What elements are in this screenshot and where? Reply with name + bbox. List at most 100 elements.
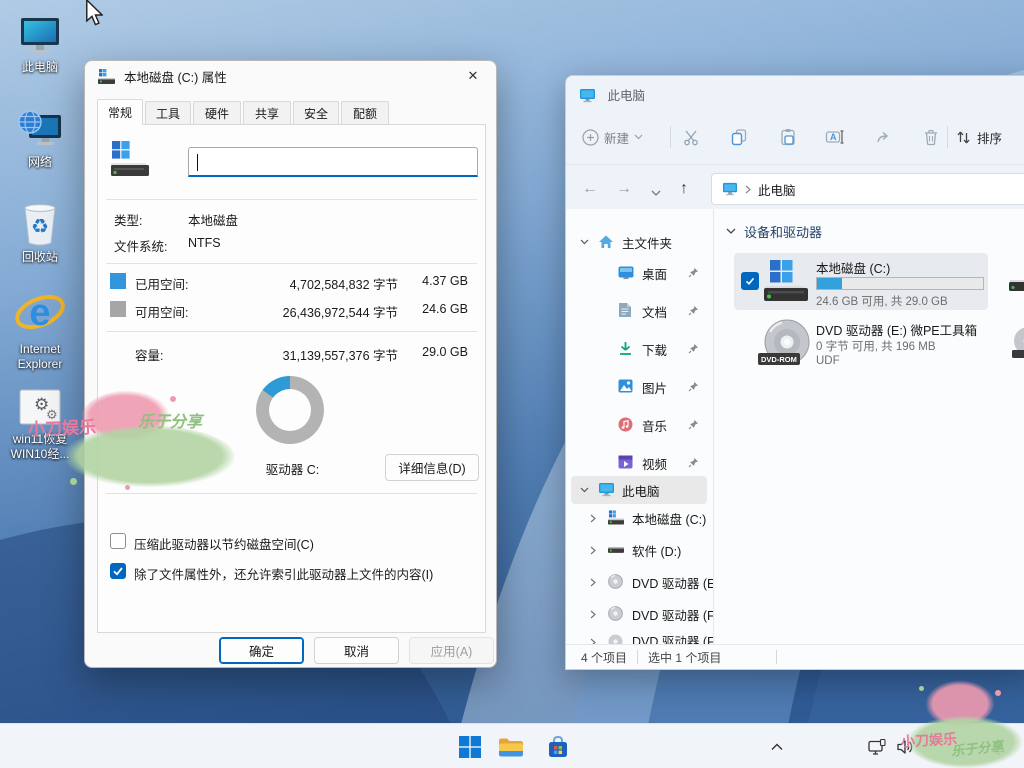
index-checkbox[interactable] xyxy=(110,563,126,579)
separator xyxy=(106,199,477,200)
download-icon xyxy=(618,341,633,356)
clipped-drive-icon[interactable] xyxy=(1009,266,1024,296)
dialog-titlebar[interactable]: 本地磁盘 (C:) 属性 ✕ xyxy=(85,61,496,91)
sidebar-item-label: 下载 xyxy=(642,340,667,359)
sidebar-item-drive-c[interactable]: 本地磁盘 (C:) xyxy=(566,504,713,532)
used-space-size: 4.37 GB xyxy=(404,274,468,288)
new-button[interactable]: 新建 xyxy=(582,122,643,152)
network-icon xyxy=(868,739,886,755)
bell-icon: z xyxy=(990,739,1007,756)
rename-button[interactable]: A xyxy=(820,122,850,152)
tab-general[interactable]: 常规 xyxy=(97,99,143,125)
sidebar-item-this-pc[interactable]: 此电脑 xyxy=(566,476,713,504)
tab-hardware[interactable]: 硬件 xyxy=(193,101,241,124)
used-space-swatch xyxy=(110,273,126,289)
disc-icon xyxy=(608,574,623,589)
filesystem-label: 文件系统: xyxy=(114,236,167,255)
used-space-bytes: 4,702,584,832 字节 xyxy=(238,274,398,293)
tile-checkbox[interactable] xyxy=(741,272,759,290)
sidebar-item-home[interactable]: 主文件夹 xyxy=(566,228,713,256)
volume-label-input[interactable] xyxy=(188,147,478,177)
close-icon[interactable]: ✕ xyxy=(452,61,494,91)
pin-icon xyxy=(688,267,699,278)
pin-icon xyxy=(688,457,699,468)
desktop-icon-label: 网络 xyxy=(2,155,78,170)
tab-tools[interactable]: 工具 xyxy=(145,101,191,124)
ok-button[interactable]: 确定 xyxy=(219,637,304,664)
sidebar-item-label: 本地磁盘 (C:) xyxy=(632,509,706,528)
nav-up-button[interactable]: ↑ xyxy=(670,175,698,203)
delete-button[interactable] xyxy=(916,122,946,152)
nav-recent-button[interactable] xyxy=(642,179,670,207)
chevron-down-icon xyxy=(634,134,643,140)
properties-dialog: 本地磁盘 (C:) 属性 ✕ 常规 工具 硬件 共享 安全 配额 类型: 本地磁… xyxy=(84,60,497,668)
sort-button[interactable]: 排序 xyxy=(956,122,1002,152)
chevron-right-icon xyxy=(590,546,596,555)
this-pc-icon xyxy=(722,182,738,196)
separator xyxy=(106,263,477,264)
chevron-right-icon xyxy=(590,514,596,523)
tab-sharing[interactable]: 共享 xyxy=(243,101,291,124)
sidebar-item-pictures[interactable]: 图片 xyxy=(566,373,713,401)
paste-button[interactable] xyxy=(773,122,803,152)
capacity-label: 容量: xyxy=(135,345,163,364)
tile-name: DVD 驱动器 (E:) 微PE工具箱 xyxy=(816,320,977,339)
index-checkbox-label: 除了文件属性外，还允许索引此驱动器上文件的内容(I) xyxy=(134,564,433,583)
type-label: 类型: xyxy=(114,210,142,229)
copy-button[interactable] xyxy=(724,122,754,152)
desktop-folder-icon xyxy=(618,266,634,280)
plus-circle-icon xyxy=(582,129,599,146)
apply-button[interactable]: 应用(A) xyxy=(409,637,494,664)
network-icon xyxy=(2,107,78,151)
sidebar-item-desktop[interactable]: 桌面 xyxy=(566,259,713,287)
notification-bell[interactable]: z xyxy=(983,732,1013,762)
explorer-title: 此电脑 xyxy=(607,89,645,103)
desktop-icon-this-pc[interactable]: 此电脑 xyxy=(2,12,78,75)
free-space-size: 24.6 GB xyxy=(404,302,468,316)
clipped-disc-icon[interactable] xyxy=(1011,326,1024,360)
selected-count: 选中 1 个项目 xyxy=(648,649,721,666)
desktop-icon-recycle-bin[interactable]: ♻ 回收站 xyxy=(2,202,78,265)
nav-back-button[interactable]: ← xyxy=(576,175,604,203)
desktop-icon-win11-restore[interactable]: ⚙⚙ win11恢复 WIN10经... xyxy=(2,384,78,462)
sidebar-item-downloads[interactable]: 下载 xyxy=(566,335,713,363)
compress-checkbox[interactable] xyxy=(110,533,126,549)
nav-forward-button[interactable]: → xyxy=(610,175,638,203)
new-button-label: 新建 xyxy=(604,128,629,147)
address-bar[interactable]: 此电脑 xyxy=(711,173,1024,205)
desktop-icon-label2: WIN10经... xyxy=(11,447,70,461)
desktop-icon-network[interactable]: 网络 xyxy=(2,107,78,170)
sidebar-item-videos[interactable]: 视频 xyxy=(566,449,713,477)
capacity-bar-fill xyxy=(817,278,842,289)
tab-quota[interactable]: 配额 xyxy=(341,101,389,124)
toolbar-separator xyxy=(566,164,1024,165)
taskbar-chevron-up[interactable] xyxy=(762,732,792,762)
share-button[interactable] xyxy=(869,122,899,152)
svg-text:♻: ♻ xyxy=(31,216,49,238)
store-taskbar-button[interactable] xyxy=(543,732,573,762)
statusbar: 4 个项目 选中 1 个项目 xyxy=(566,644,1024,669)
explorer-taskbar-button[interactable] xyxy=(496,732,526,762)
cancel-button[interactable]: 取消 xyxy=(314,637,399,664)
start-button[interactable] xyxy=(455,732,485,762)
tile-dvd-e[interactable]: DVD-ROM DVD 驱动器 (E:) 微PE工具箱 0 字节 可用, 共 1… xyxy=(734,315,988,372)
section-devices-drives[interactable]: 设备和驱动器 xyxy=(726,222,822,241)
explorer-titlebar[interactable]: 此电脑 xyxy=(579,85,645,105)
check-icon xyxy=(111,564,125,578)
volume-tray-icon[interactable] xyxy=(890,732,920,762)
details-button[interactable]: 详细信息(D) xyxy=(385,454,479,481)
dvd-rom-badge: DVD-ROM xyxy=(758,353,800,365)
sidebar-item-drive-d[interactable]: 软件 (D:) xyxy=(566,536,713,564)
mouse-cursor xyxy=(85,0,103,26)
cut-button[interactable] xyxy=(676,122,706,152)
desktop-icon-internet-explorer[interactable]: e Internet Explorer xyxy=(2,286,78,372)
sidebar-item-documents[interactable]: 文档 xyxy=(566,297,713,325)
tile-info: 0 字节 可用, 共 196 MB xyxy=(816,338,936,354)
network-tray-icon[interactable] xyxy=(862,732,892,762)
tab-security[interactable]: 安全 xyxy=(293,101,339,124)
sidebar-item-dvd-f[interactable]: DVD 驱动器 (F:) xyxy=(566,600,713,628)
sidebar-item-dvd-e[interactable]: DVD 驱动器 (E:) xyxy=(566,568,713,596)
sidebar-item-music[interactable]: 音乐 xyxy=(566,411,713,439)
type-value: 本地磁盘 xyxy=(188,210,238,229)
tile-local-disk-c[interactable]: 本地磁盘 (C:) 24.6 GB 可用, 共 29.0 GB xyxy=(734,253,988,310)
